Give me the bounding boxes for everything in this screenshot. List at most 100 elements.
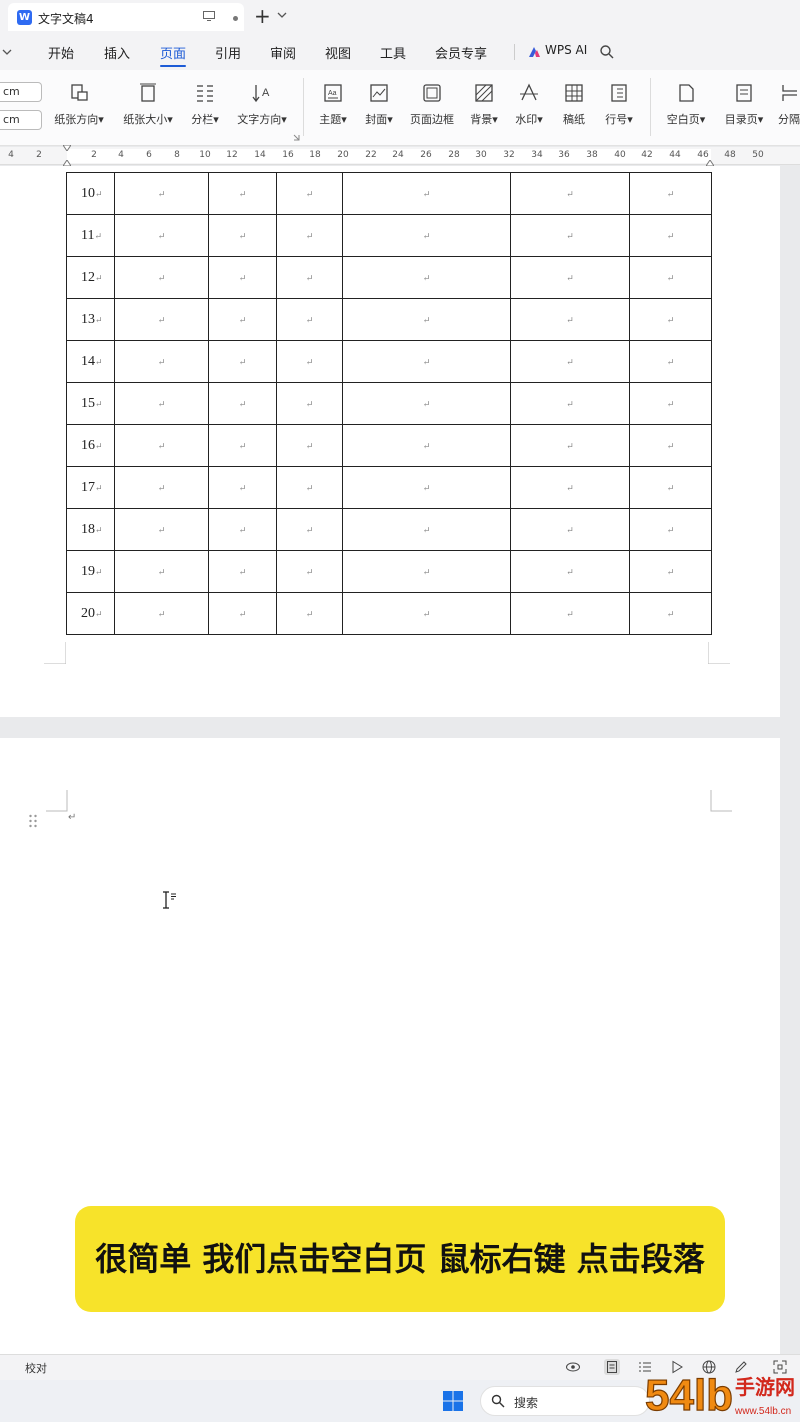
proofread-button[interactable]: 校对 — [25, 1360, 47, 1376]
table-cell[interactable]: ↵ — [114, 256, 209, 299]
chevron-down-icon[interactable] — [276, 10, 288, 20]
orientation-button[interactable]: 纸张方向▾ — [48, 80, 110, 140]
menu-member[interactable]: 会员专享 — [435, 43, 487, 62]
table-cell[interactable]: ↵ — [208, 340, 277, 383]
first-line-indent-marker[interactable] — [63, 145, 71, 151]
table-cell[interactable]: ↵ — [208, 508, 277, 551]
table-cell[interactable]: ↵ — [342, 592, 511, 635]
columns-button[interactable]: 分栏▾ — [186, 80, 224, 140]
menu-page[interactable]: 页面 — [160, 43, 186, 62]
table-cell[interactable]: ↵ — [276, 172, 343, 215]
table-row[interactable]: 18↵ ↵ ↵ ↵ ↵ ↵ ↵ — [66, 508, 712, 551]
row-number-cell[interactable]: 16↵ — [66, 424, 115, 467]
watermark-button[interactable]: 水印▾ — [508, 80, 550, 140]
table-cell[interactable]: ↵ — [276, 466, 343, 509]
table-cell[interactable]: ↵ — [114, 214, 209, 257]
table-cell[interactable]: ↵ — [629, 256, 712, 299]
eye-icon[interactable] — [565, 1359, 581, 1375]
menu-wps-ai[interactable]: WPS AI — [545, 43, 587, 57]
table-cell[interactable]: ↵ — [208, 382, 277, 425]
table-cell[interactable]: ↵ — [114, 340, 209, 383]
new-tab-button[interactable]: + — [254, 4, 271, 28]
search-icon[interactable] — [599, 44, 615, 60]
table-cell[interactable]: ↵ — [510, 256, 630, 299]
table-cell[interactable]: ↵ — [342, 214, 511, 257]
table-cell[interactable]: ↵ — [276, 592, 343, 635]
table-cell[interactable]: ↵ — [510, 172, 630, 215]
table-cell[interactable]: ↵ — [629, 172, 712, 215]
table-cell[interactable]: ↵ — [510, 214, 630, 257]
chevron-down-icon[interactable] — [2, 48, 12, 56]
table-cell[interactable]: ↵ — [510, 466, 630, 509]
table-row[interactable]: 19↵ ↵ ↵ ↵ ↵ ↵ ↵ — [66, 550, 712, 593]
table-cell[interactable]: ↵ — [342, 508, 511, 551]
menu-home[interactable]: 开始 — [48, 43, 74, 62]
table-cell[interactable]: ↵ — [276, 424, 343, 467]
menu-review[interactable]: 审阅 — [270, 43, 296, 62]
table-row[interactable]: 10↵ ↵ ↵ ↵ ↵ ↵ ↵ — [66, 172, 712, 215]
table-cell[interactable]: ↵ — [208, 298, 277, 341]
row-number-cell[interactable]: 13↵ — [66, 298, 115, 341]
table-cell[interactable]: ↵ — [114, 592, 209, 635]
row-number-cell[interactable]: 10↵ — [66, 172, 115, 215]
wps-ai-icon[interactable] — [527, 45, 541, 59]
table-cell[interactable]: ↵ — [510, 340, 630, 383]
line-number-button[interactable]: 行号▾ — [598, 80, 640, 140]
row-number-cell[interactable]: 14↵ — [66, 340, 115, 383]
table-cell[interactable]: ↵ — [208, 424, 277, 467]
text-direction-button[interactable]: A 文字方向▾ — [230, 80, 294, 140]
background-button[interactable]: 背景▾ — [464, 80, 504, 140]
document-page[interactable]: 10↵ ↵ ↵ ↵ ↵ ↵ ↵ 11↵ ↵ ↵ ↵ ↵ ↵ ↵ 12↵ ↵ ↵ ↵ ↵ ↵ ↵ 13↵ ↵ ↵ ↵ ↵ ↵ ↵ 14↵ ↵… — [0, 166, 780, 717]
table-cell[interactable]: ↵ — [342, 382, 511, 425]
margin-top-input[interactable]: cm — [0, 82, 42, 102]
toc-page-button[interactable]: 目录页▾ — [718, 80, 770, 140]
menu-insert[interactable]: 插入 — [104, 43, 130, 62]
table-cell[interactable]: ↵ — [114, 172, 209, 215]
windows-start-icon[interactable] — [442, 1390, 464, 1412]
table-row[interactable]: 17↵ ↵ ↵ ↵ ↵ ↵ ↵ — [66, 466, 712, 509]
blank-page-button[interactable]: 空白页▾ — [658, 80, 714, 140]
table-cell[interactable]: ↵ — [342, 172, 511, 215]
horizontal-ruler[interactable]: 4 2 2 4 6 8 10 12 14 16 18 20 22 24 26 2… — [0, 145, 800, 166]
table-cell[interactable]: ↵ — [629, 340, 712, 383]
table-cell[interactable]: ↵ — [114, 508, 209, 551]
table-cell[interactable]: ↵ — [629, 214, 712, 257]
margin-bottom-input[interactable]: cm — [0, 110, 42, 130]
monitor-icon[interactable] — [203, 11, 215, 21]
table-cell[interactable]: ↵ — [510, 592, 630, 635]
table-cell[interactable]: ↵ — [629, 424, 712, 467]
table-row[interactable]: 13↵ ↵ ↵ ↵ ↵ ↵ ↵ — [66, 298, 712, 341]
table-row[interactable]: 11↵ ↵ ↵ ↵ ↵ ↵ ↵ — [66, 214, 712, 257]
table-cell[interactable]: ↵ — [629, 382, 712, 425]
table-cell[interactable]: ↵ — [342, 340, 511, 383]
table-cell[interactable]: ↵ — [629, 592, 712, 635]
unsaved-dot-icon[interactable] — [233, 16, 238, 21]
table-cell[interactable]: ↵ — [510, 382, 630, 425]
table-cell[interactable]: ↵ — [342, 256, 511, 299]
table-cell[interactable]: ↵ — [208, 256, 277, 299]
menu-view[interactable]: 视图 — [325, 43, 351, 62]
table-cell[interactable]: ↵ — [629, 466, 712, 509]
table-cell[interactable]: ↵ — [342, 550, 511, 593]
table-cell[interactable]: ↵ — [208, 214, 277, 257]
table-cell[interactable]: ↵ — [208, 466, 277, 509]
table-cell[interactable]: ↵ — [342, 424, 511, 467]
table-cell[interactable]: ↵ — [276, 298, 343, 341]
table-row[interactable]: 16↵ ↵ ↵ ↵ ↵ ↵ ↵ — [66, 424, 712, 467]
manuscript-button[interactable]: 稿纸 — [556, 80, 592, 140]
table-cell[interactable]: ↵ — [510, 550, 630, 593]
table-cell[interactable]: ↵ — [276, 256, 343, 299]
table-cell[interactable]: ↵ — [342, 466, 511, 509]
page-view-button[interactable] — [604, 1359, 620, 1375]
table-cell[interactable]: ↵ — [114, 550, 209, 593]
data-table[interactable]: 10↵ ↵ ↵ ↵ ↵ ↵ ↵ 11↵ ↵ ↵ ↵ ↵ ↵ ↵ 12↵ ↵ ↵ ↵ ↵ ↵ ↵ 13↵ ↵ ↵ ↵ ↵ ↵ ↵ 14↵ ↵… — [66, 172, 712, 635]
table-cell[interactable]: ↵ — [114, 466, 209, 509]
table-cell[interactable]: ↵ — [208, 172, 277, 215]
table-row[interactable]: 15↵ ↵ ↵ ↵ ↵ ↵ ↵ — [66, 382, 712, 425]
table-cell[interactable]: ↵ — [510, 424, 630, 467]
row-number-cell[interactable]: 17↵ — [66, 466, 115, 509]
menu-references[interactable]: 引用 — [215, 43, 241, 62]
table-cell[interactable]: ↵ — [208, 550, 277, 593]
table-cell[interactable]: ↵ — [276, 340, 343, 383]
table-row[interactable]: 14↵ ↵ ↵ ↵ ↵ ↵ ↵ — [66, 340, 712, 383]
